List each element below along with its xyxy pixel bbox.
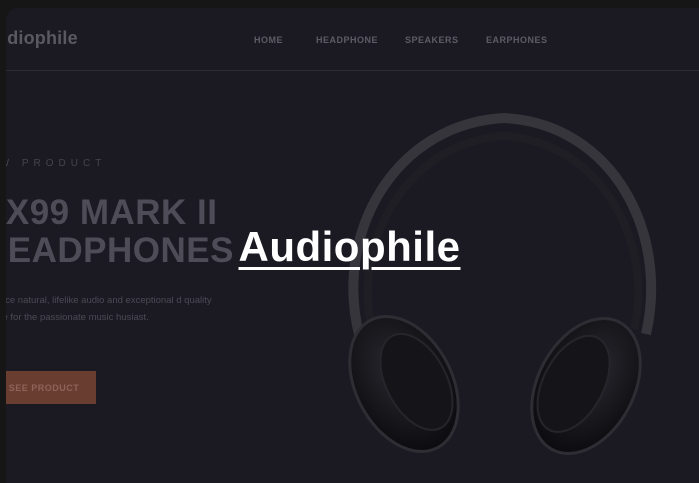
nav-item-headphone[interactable]: HEADPHONE	[316, 35, 378, 45]
hero-overline: EW PRODUCT	[6, 158, 107, 169]
nav-item-earphones[interactable]: EARPHONES	[486, 35, 548, 45]
logo[interactable]: udiophile	[6, 28, 78, 49]
top-navigation: udiophile HOME HEADPHONE SPEAKERS EARPHO…	[6, 8, 699, 71]
overlay-title: Audiophile	[238, 223, 461, 270]
hero-description: erience natural, lifelike audio and exce…	[6, 295, 212, 323]
nav-item-home[interactable]: HOME	[254, 35, 283, 45]
headphones-icon	[348, 112, 657, 455]
see-product-button[interactable]: SEE PRODUCT	[6, 371, 96, 404]
nav-item-speakers[interactable]: SPEAKERS	[405, 35, 459, 45]
